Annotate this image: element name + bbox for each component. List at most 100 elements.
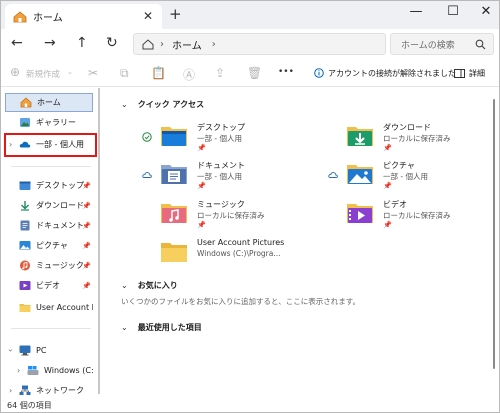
pin-icon: 📌 (82, 201, 91, 210)
sidebar-item-videos[interactable]: ビデオ 📌 (5, 276, 93, 295)
download-icon (21, 201, 29, 211)
breadcrumb-sep-2: › (211, 38, 216, 50)
documents-folder-icon (161, 165, 187, 184)
details-pane-icon (454, 69, 465, 78)
forward-button[interactable]: → (44, 35, 56, 51)
sidebar-item-label: ドキュメント (36, 221, 84, 230)
sidebar-item-pc[interactable]: › PC (5, 341, 93, 360)
cut-icon[interactable]: ✂ (88, 66, 98, 80)
info-icon (314, 68, 324, 78)
folder-icon (19, 304, 31, 312)
quick-item-pictures[interactable]: ピクチャ 一部 - 個人用 📌 (328, 160, 498, 196)
sidebar-item-music[interactable]: ミュージック 📌 (5, 256, 93, 275)
vertical-scrollbar[interactable] (493, 99, 495, 369)
tab-home[interactable]: ホーム ✕ (5, 4, 162, 29)
sidebar-item-windows-drive[interactable]: › Windows (C:) (13, 361, 93, 380)
home-icon (13, 10, 27, 22)
title-bar: ホーム ✕ + — ☐ ✕ (1, 1, 499, 29)
item-name: ピクチャ (383, 161, 415, 170)
chevron-down-icon[interactable]: ⌄ (121, 323, 128, 332)
quick-item-downloads[interactable]: ダウンロード ローカルに保存済み 📌 (328, 122, 498, 158)
sidebar-item-network[interactable]: › ネットワーク (5, 381, 93, 400)
section-title: お気に入り (137, 281, 178, 290)
copy-icon[interactable]: ⧉ (120, 66, 129, 81)
share-icon[interactable]: ⇪ (215, 66, 225, 80)
sidebar-item-label: ギャラリー (36, 118, 76, 127)
videos-folder-icon (347, 204, 373, 223)
sidebar-item-pictures[interactable]: ピクチャ 📌 (5, 236, 93, 255)
more-button[interactable]: ••• (278, 67, 294, 77)
up-button[interactable]: ↑ (76, 35, 88, 51)
delete-icon[interactable]: 🗑 (247, 66, 262, 80)
picture-icon (19, 241, 31, 250)
pin-icon: 📌 (82, 241, 91, 250)
section-title: 最近使用した項目 (137, 323, 202, 332)
item-name: ミュージック (197, 200, 245, 209)
status-message[interactable]: アカウントの接続が解除されました (328, 68, 456, 79)
section-favorites[interactable]: ⌄ お気に入り (121, 280, 178, 291)
sidebar-item-label: ピクチャ (36, 241, 68, 250)
search-input[interactable]: ホームの検索 (390, 33, 494, 55)
gallery-icon (20, 118, 30, 127)
main-content: ⌄ クイック アクセス デスクトップ 一部 - 個人用 📌 ダウンロード ローカ… (101, 88, 491, 399)
quick-item-videos[interactable]: ビデオ ローカルに保存済み 📌 (328, 199, 498, 235)
paste-icon[interactable]: 📋 (151, 66, 166, 80)
item-location: 一部 - 個人用 (197, 134, 242, 143)
folder-icon (161, 243, 187, 262)
pin-icon: 📌 (383, 221, 392, 229)
sidebar-item-label: デスクトップ (36, 181, 84, 190)
chevron-right-icon[interactable]: › (9, 386, 12, 395)
refresh-button[interactable]: ↻ (106, 35, 118, 51)
section-quick-access[interactable]: ⌄ クイック アクセス (121, 99, 204, 110)
sidebar-item-label: ダウンロード (36, 201, 84, 210)
sidebar-item-desktop[interactable]: デスクトップ 📌 (5, 176, 93, 195)
item-name: ダウンロード (383, 123, 431, 132)
new-tab-button[interactable]: + (169, 5, 182, 23)
minimize-button[interactable]: — (406, 4, 426, 19)
sidebar-item-documents[interactable]: ドキュメント 📌 (5, 216, 93, 235)
pictures-folder-icon (347, 165, 373, 184)
sidebar-item-label: ネットワーク (36, 386, 84, 395)
close-button[interactable]: ✕ (476, 4, 496, 19)
item-name: ビデオ (383, 200, 407, 209)
music-folder-icon (161, 204, 187, 223)
section-recent[interactable]: ⌄ 最近使用した項目 (121, 322, 202, 333)
quick-item-documents[interactable]: ドキュメント 一部 - 個人用 📌 (142, 160, 312, 196)
tab-close-icon[interactable]: ✕ (143, 9, 153, 23)
chevron-down-icon[interactable]: › (6, 349, 15, 352)
pane-splitter[interactable] (98, 88, 100, 394)
details-button[interactable]: 詳細 (469, 68, 485, 79)
address-bar[interactable]: › ホーム › (133, 33, 386, 55)
sidebar-item-gallery[interactable]: ギャラリー (5, 113, 93, 132)
pin-icon: 📌 (82, 221, 91, 230)
explorer-window: ホーム ✕ + — ☐ ✕ ← → ↑ ↻ › ホーム › ホームの検索 ⊕ 新… (0, 0, 500, 413)
breadcrumb-home[interactable]: ホーム (172, 37, 202, 52)
sidebar-item-downloads[interactable]: ダウンロード 📌 (5, 196, 93, 215)
sidebar-item-user-account-pictures[interactable]: User Account Pic (5, 298, 93, 317)
sidebar-item-label: PC (36, 346, 47, 355)
item-name: User Account Pictures (197, 238, 285, 247)
chevron-right-icon[interactable]: › (17, 366, 20, 375)
rename-icon[interactable]: Ⓐ (183, 66, 195, 83)
item-name: デスクトップ (197, 123, 245, 132)
quick-item-music[interactable]: ミュージック ローカルに保存済み 📌 (142, 199, 312, 235)
music-icon (20, 260, 30, 271)
chevron-down-icon[interactable]: ⌄ (121, 281, 128, 290)
document-icon (20, 220, 30, 231)
back-button[interactable]: ← (11, 35, 23, 51)
highlight-box (4, 133, 97, 157)
favorites-empty-message: いくつかのファイルをお気に入りに追加すると、ここに表示されます。 (121, 297, 360, 306)
pin-icon: 📌 (197, 144, 206, 152)
new-button[interactable]: 新規作成 (26, 68, 60, 80)
pin-icon: 📌 (197, 182, 206, 190)
new-chevron-icon: ⌄ (67, 68, 73, 76)
chevron-down-icon[interactable]: ⌄ (121, 100, 128, 109)
drive-icon (27, 366, 39, 375)
sidebar-item-home[interactable]: ホーム (5, 93, 93, 112)
quick-item-user-account-pictures[interactable]: User Account Pictures Windows (C:)\Progr… (142, 238, 342, 274)
cloud-status-icon (142, 172, 152, 178)
tab-title: ホーム (33, 13, 63, 24)
maximize-button[interactable]: ☐ (443, 4, 463, 19)
pin-icon: 📌 (82, 181, 91, 190)
quick-item-desktop[interactable]: デスクトップ 一部 - 個人用 📌 (142, 122, 312, 158)
